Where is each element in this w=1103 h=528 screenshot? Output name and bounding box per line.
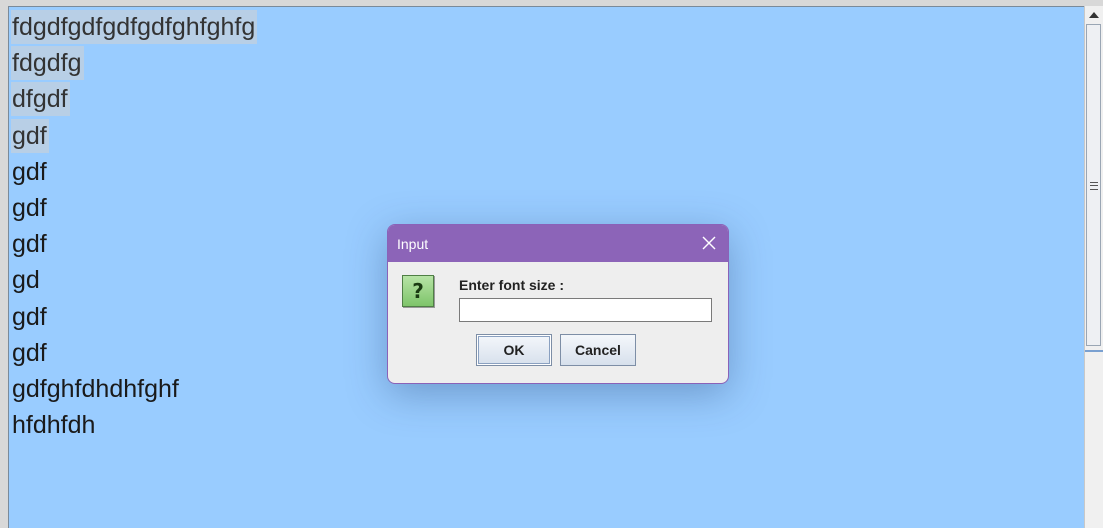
dialog-title: Input: [397, 236, 429, 252]
editor-line-text: fdgdfgdfgdfgdfghfghfg: [11, 10, 258, 44]
editor-line-text: gdf: [12, 157, 47, 186]
close-icon[interactable]: [700, 234, 718, 252]
vertical-scrollbar[interactable]: [1084, 6, 1103, 528]
editor-line: gdf: [11, 190, 257, 226]
scroll-up-arrow-icon[interactable]: [1085, 6, 1103, 24]
scrollbar-track-marker: [1085, 350, 1103, 352]
editor-line: gdf: [11, 118, 257, 154]
editor-line-text: hfdhfdh: [12, 411, 96, 440]
editor-line-text: gdf: [12, 193, 47, 222]
scrollbar-thumb[interactable]: [1086, 24, 1101, 346]
ok-button[interactable]: OK: [476, 334, 552, 366]
grip-icon: [1090, 182, 1098, 190]
editor-line-text: gdf: [12, 302, 47, 331]
editor-line-text: gdf: [12, 338, 47, 367]
editor-lines: fdgdfgdfgdfgdfghfghfg fdgdfg dfgdf gdf gdf gd…: [11, 9, 258, 443]
editor-line-text: gdf: [12, 230, 47, 259]
input-dialog: Input ? Enter font size : OK Cancel: [387, 224, 729, 384]
application-window: fdgdfgdfgdfgdfghfghfg fdgdfg dfgdf gdf gdf gd…: [0, 0, 1103, 528]
cancel-button[interactable]: Cancel: [560, 334, 636, 366]
editor-line: gdf: [11, 154, 257, 190]
editor-line: gdf: [11, 226, 257, 262]
dialog-titlebar[interactable]: Input: [388, 225, 728, 262]
dialog-prompt: Enter font size :: [459, 277, 565, 293]
editor-line: fdgdfgdfgdfgdfghfghfg: [11, 9, 258, 45]
editor-line-text: gd: [12, 266, 40, 295]
editor-line-text: fdgdfg: [11, 46, 84, 81]
editor-line: dfgdf: [11, 81, 257, 117]
editor-line-text: dfgdf: [11, 82, 70, 117]
editor-line: gdf: [11, 299, 257, 335]
editor-line: fdgdfg: [11, 45, 257, 81]
question-icon: ?: [402, 275, 434, 307]
editor-line-text: gdfghfdhdhfghf: [12, 374, 179, 403]
editor-line: gdf: [11, 335, 257, 371]
font-size-input[interactable]: [459, 298, 712, 322]
editor-line: gdfghfdhdhfghf: [11, 371, 257, 407]
editor-line: hfdhfdh: [11, 407, 257, 443]
editor-line: gd: [11, 262, 257, 298]
editor-line-text: gdf: [11, 118, 49, 153]
